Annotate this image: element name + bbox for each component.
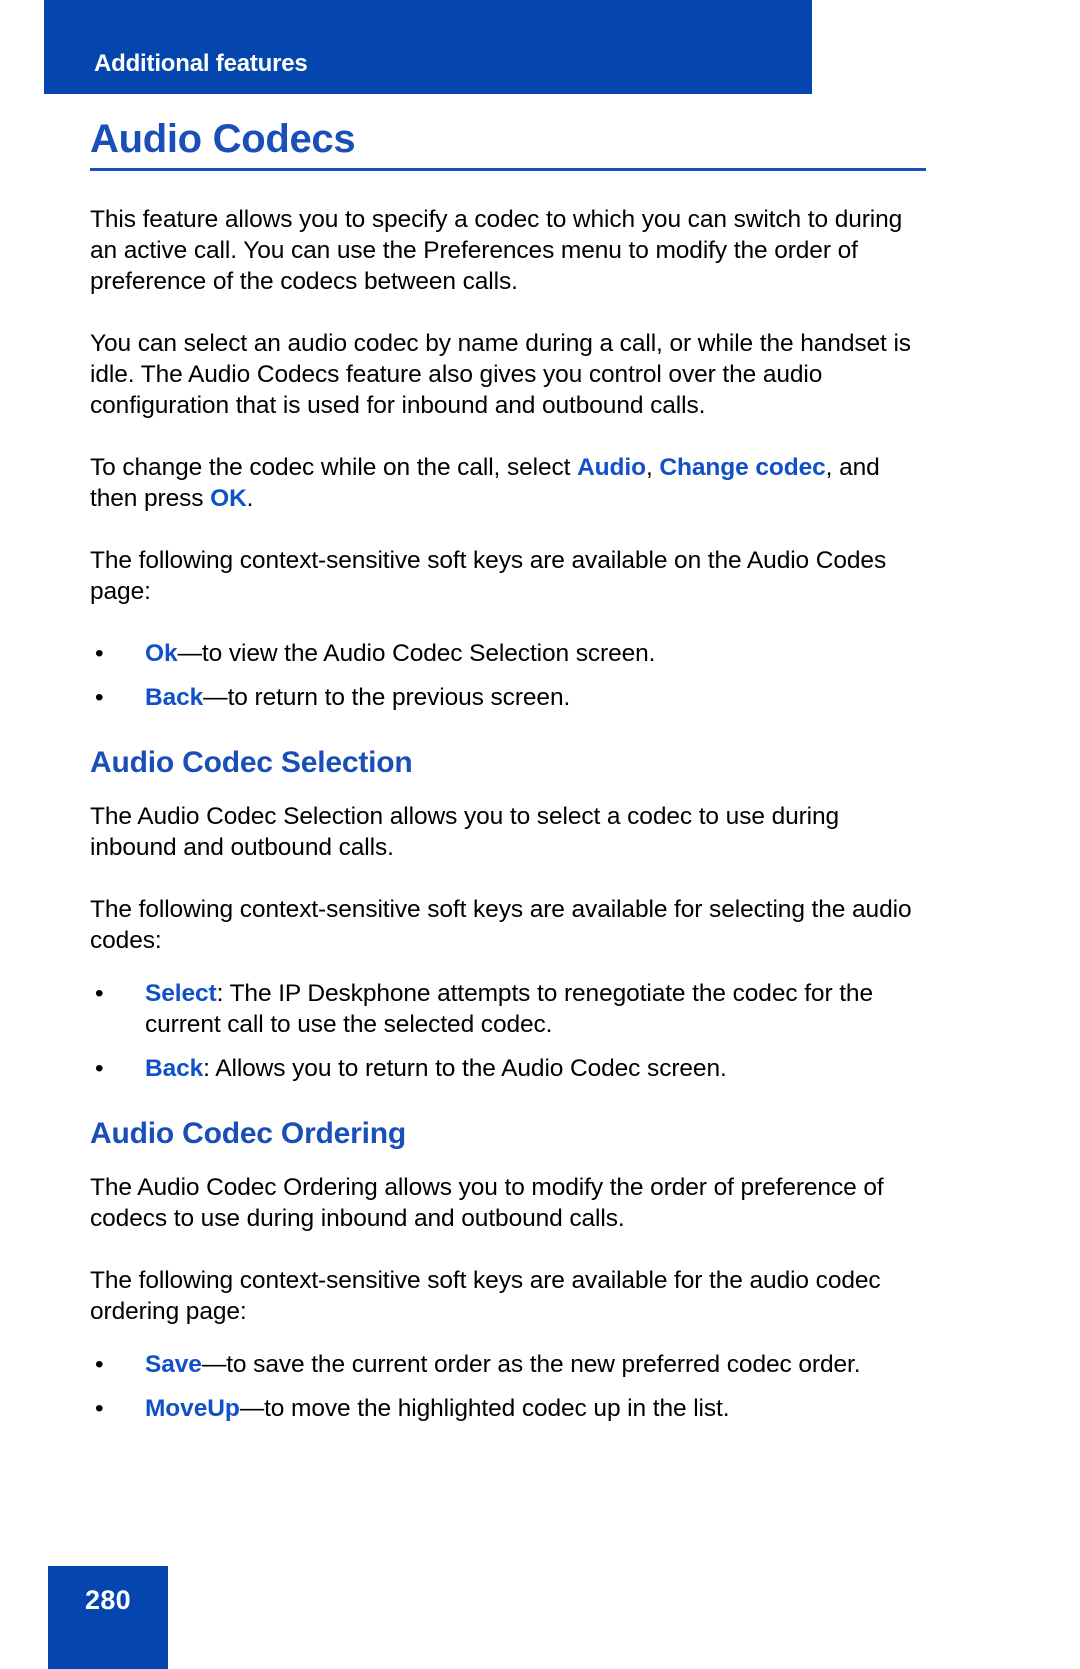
change-codec-prefix-text: To change the codec while on the call, s… (90, 454, 578, 481)
paragraph-select-by-name: You can select an audio codec by name du… (90, 330, 911, 419)
heading-audio-codec-ordering: Audio Codec Ordering (90, 1117, 407, 1150)
audio-codec-selection-softkey-list: • Select: The IP Deskphone attempts to re… (90, 978, 926, 1084)
softkey-label-moveup: MoveUp (145, 1395, 240, 1422)
heading-audio-codec-selection: Audio Codec Selection (90, 746, 413, 779)
page-title: Audio Codecs (90, 117, 356, 161)
paragraph-selection-softkeys-intro: The following context-sensitive soft key… (90, 896, 912, 954)
bullet-marker-icon: • (95, 640, 104, 667)
change-codec-separator-text: , (645, 454, 660, 481)
softkey-label-save: Save (145, 1351, 202, 1378)
paragraph-change-codec: To change the codec while on the call, s… (90, 452, 926, 514)
paragraph-selection-description: The Audio Codec Selection allows you to … (90, 803, 840, 861)
bullet-marker-icon: • (95, 1395, 104, 1422)
bullet-marker-icon: • (95, 980, 104, 1007)
paragraph-intro: This feature allows you to specify a cod… (90, 206, 903, 295)
bullet-marker-icon: • (95, 684, 104, 711)
bullet-marker-icon: • (95, 1055, 104, 1082)
list-item: • MoveUp—to move the highlighted codec up… (95, 1393, 926, 1424)
list-item: • Ok—to view the Audio Codec Selection sc… (95, 638, 926, 669)
softkey-label-back: Back (145, 1055, 204, 1082)
softkey-label-back: Back (145, 684, 204, 711)
list-item: • Back—to return to the previous screen. (95, 682, 926, 713)
keyword-change-codec: Change codec (659, 454, 826, 481)
page-number-box: 280 (48, 1566, 168, 1669)
list-item: • Back: Allows you to return to the Audio… (95, 1053, 926, 1084)
list-item: • Select: The IP Deskphone attempts to re… (95, 978, 926, 1040)
list-item-text: —to move the highlighted codec up in the… (239, 1395, 730, 1422)
bullet-marker-icon: • (95, 1351, 104, 1378)
change-codec-suffix-text: . (246, 485, 254, 512)
list-item-text: —to view the Audio Codec Selection scree… (177, 640, 656, 667)
list-item-text: —to save the current order as the new pr… (201, 1351, 861, 1378)
page-number: 280 (85, 1585, 131, 1615)
softkey-label-ok: Ok (145, 640, 178, 667)
audio-codec-ordering-softkey-list: • Save—to save the current order as the n… (90, 1349, 926, 1424)
list-item: • Save—to save the current order as the n… (95, 1349, 926, 1380)
paragraph-softkeys-intro: The following context-sensitive soft key… (90, 547, 887, 605)
list-item-text: : Allows you to return to the Audio Code… (203, 1055, 727, 1082)
list-item-text: : The IP Deskphone attempts to renegotia… (145, 980, 873, 1038)
paragraph-ordering-softkeys-intro: The following context-sensitive soft key… (90, 1267, 881, 1325)
keyword-audio: Audio (577, 454, 646, 481)
page-content: Audio Codecs This feature allows you to … (90, 0, 926, 1424)
audio-codecs-softkey-list: • Ok—to view the Audio Codec Selection sc… (90, 638, 926, 713)
paragraph-ordering-description: The Audio Codec Ordering allows you to m… (90, 1174, 884, 1232)
keyword-ok: OK (210, 485, 247, 512)
list-item-text: —to return to the previous screen. (203, 684, 571, 711)
softkey-label-select: Select (145, 980, 217, 1007)
